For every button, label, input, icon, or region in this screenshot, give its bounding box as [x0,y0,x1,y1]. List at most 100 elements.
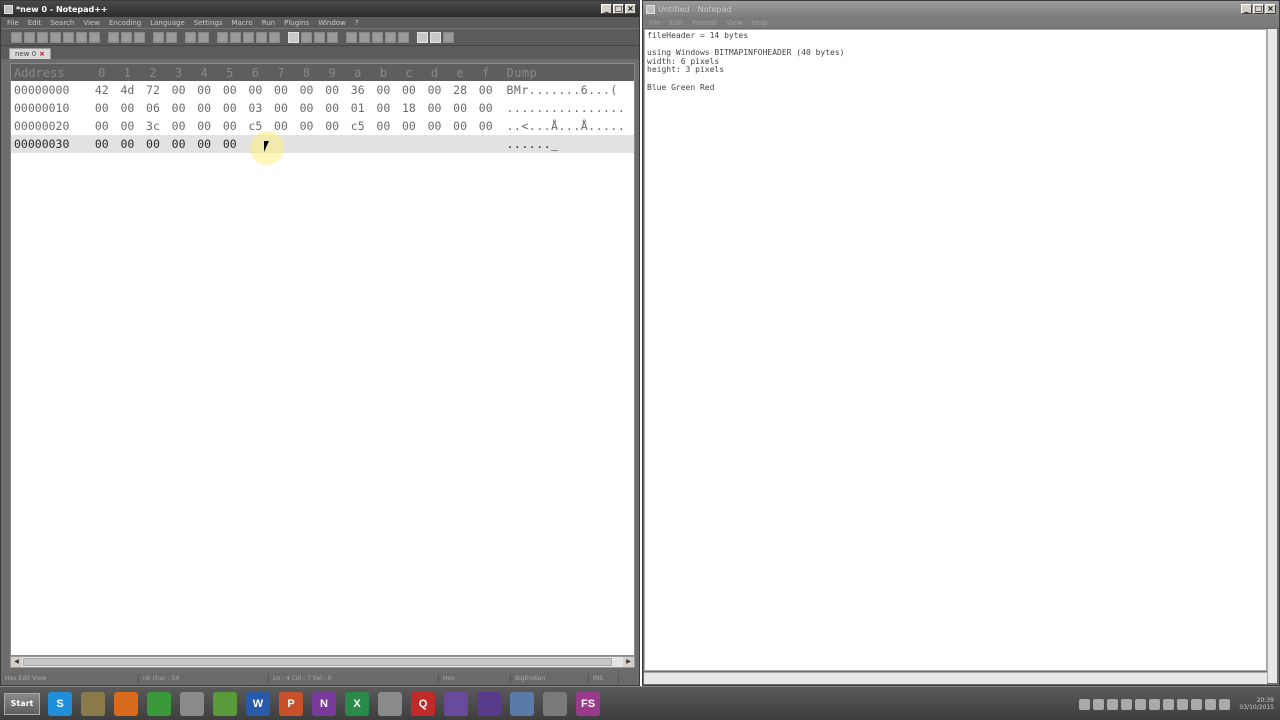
menu-edit[interactable]: Edit [670,19,684,27]
sync-h-scroll-icon[interactable] [256,31,267,43]
tray-update-icon[interactable] [1149,698,1161,710]
close-button[interactable]: × [625,4,636,14]
save-all-icon[interactable] [50,31,61,43]
quicktime-icon[interactable]: Q [411,691,435,716]
scroll-right-icon[interactable]: ▶ [623,657,634,667]
hex-byte[interactable]: 00 [166,83,192,97]
hex-byte[interactable]: 00 [447,119,473,133]
hex-byte[interactable]: 00 [166,137,192,151]
hex-byte[interactable]: 00 [319,83,345,97]
hex-byte[interactable]: 00 [217,119,243,133]
close-all-icon[interactable] [76,31,87,43]
scrollbar-thumb[interactable] [23,658,612,666]
menu-macro[interactable]: Macro [232,19,253,27]
tray-volume-icon[interactable] [1191,698,1203,710]
hex-byte[interactable]: 00 [191,101,217,115]
save-icon[interactable] [37,31,48,43]
hex-byte[interactable]: 00 [166,101,192,115]
hex-row[interactable]: 00000030 00 00 00 00 00 00 ......_ [11,135,634,153]
paste-icon[interactable] [134,31,145,43]
hex-byte[interactable]: 00 [371,83,397,97]
sync-scroll-icon[interactable] [243,31,254,43]
hex-byte[interactable]: 00 [217,101,243,115]
menu-format[interactable]: Format [692,19,717,27]
hex-byte[interactable]: 00 [268,101,294,115]
hex-editor-view[interactable]: Address 0 1 2 3 4 5 6 7 8 9 a b c d e f … [10,63,635,656]
hex-byte[interactable]: 00 [140,137,166,151]
hex-byte[interactable]: 01 [345,101,371,115]
hex-byte[interactable]: 00 [473,119,499,133]
tab-new-0[interactable]: new 0 × [9,48,52,59]
hex-byte[interactable]: 00 [371,119,397,133]
onenote-icon[interactable]: N [312,691,336,716]
hex-byte[interactable]: 00 [473,83,499,97]
record-macro-icon[interactable] [346,31,357,43]
hex-byte[interactable]: 00 [422,83,448,97]
hex-byte[interactable]: 00 [294,101,320,115]
hex-h-icon[interactable] [430,31,441,43]
hex-byte[interactable]: 00 [89,119,115,133]
hex-byte[interactable]: 28 [447,83,473,97]
hex-dump[interactable]: ................ [499,101,626,115]
play-multiple-icon[interactable] [385,31,396,43]
hex-byte[interactable]: 00 [447,101,473,115]
find-icon[interactable] [185,31,196,43]
notepad-text-area[interactable]: fileHeader = 14 bytes using Windows BITM… [644,29,1267,671]
close-button[interactable]: × [1265,4,1276,14]
start-button[interactable]: Start [4,692,40,715]
show-all-chars-icon[interactable] [288,31,299,43]
hex-byte[interactable]: 00 [217,83,243,97]
hex-byte[interactable]: 00 [396,119,422,133]
hex-byte[interactable]: 03 [243,101,269,115]
hex-row[interactable]: 00000010 00 00 06 00 00 00 03 00 00 00 01 00 18 00 00 00… [11,99,634,117]
tray-battery-icon[interactable] [1093,698,1105,710]
hex-byte[interactable]: 00 [319,119,345,133]
menu-language[interactable]: Language [150,19,185,27]
lang-icon[interactable] [314,31,325,43]
network-icon[interactable] [543,691,567,716]
hex-byte[interactable]: 00 [191,137,217,151]
hex-byte[interactable]: 00 [217,137,243,151]
hex-dump[interactable]: ..<...Å...Å..... [499,119,626,133]
hex-byte[interactable]: 00 [243,83,269,97]
chrome-icon[interactable] [147,691,171,716]
tray-signal-icon[interactable] [1177,698,1189,710]
word-icon[interactable]: W [246,691,270,716]
hex-byte[interactable]: 06 [140,101,166,115]
horizontal-scrollbar[interactable] [644,672,1267,684]
play-macro-icon[interactable] [372,31,383,43]
close-file-icon[interactable] [63,31,74,43]
hex-editor-icon[interactable] [417,31,428,43]
tool-icon[interactable] [378,691,402,716]
new-file-icon[interactable] [11,31,22,43]
hex-compare-icon[interactable] [443,31,454,43]
editor-icon[interactable] [180,691,204,716]
hex-byte[interactable]: 00 [115,137,141,151]
notepadpp-icon[interactable] [213,691,237,716]
menu-settings[interactable]: Settings [194,19,223,27]
hex-byte[interactable]: 00 [422,119,448,133]
hex-row[interactable]: 00000000 42 4d 72 00 00 00 00 00 00 00 36 00 00 00 28 00… [11,81,634,99]
app-purple-icon[interactable] [444,691,468,716]
copy-icon[interactable] [121,31,132,43]
hex-byte[interactable]: 18 [396,101,422,115]
tray-network-icon[interactable] [1121,698,1133,710]
horizontal-scrollbar[interactable]: ◀ ▶ [10,656,635,668]
hex-byte[interactable]: 00 [396,83,422,97]
hex-byte[interactable]: 3c [140,119,166,133]
print-icon[interactable] [89,31,100,43]
maximize-button[interactable]: □ [1253,4,1264,14]
menu-view[interactable]: View [83,19,100,27]
doc-map-icon[interactable] [327,31,338,43]
tray-app-icon[interactable] [1079,698,1091,710]
hex-byte[interactable]: 00 [294,83,320,97]
clock[interactable]: 20:39 03/10/2015 [1239,697,1274,711]
hex-byte[interactable]: 36 [345,83,371,97]
hex-byte[interactable]: 00 [422,101,448,115]
redo-icon[interactable] [166,31,177,43]
tray-extra-icon[interactable] [1219,698,1231,710]
hex-byte[interactable]: 00 [89,101,115,115]
hex-byte[interactable]: 00 [191,119,217,133]
indent-guide-icon[interactable] [301,31,312,43]
hex-dump[interactable]: ......_ [499,137,559,151]
